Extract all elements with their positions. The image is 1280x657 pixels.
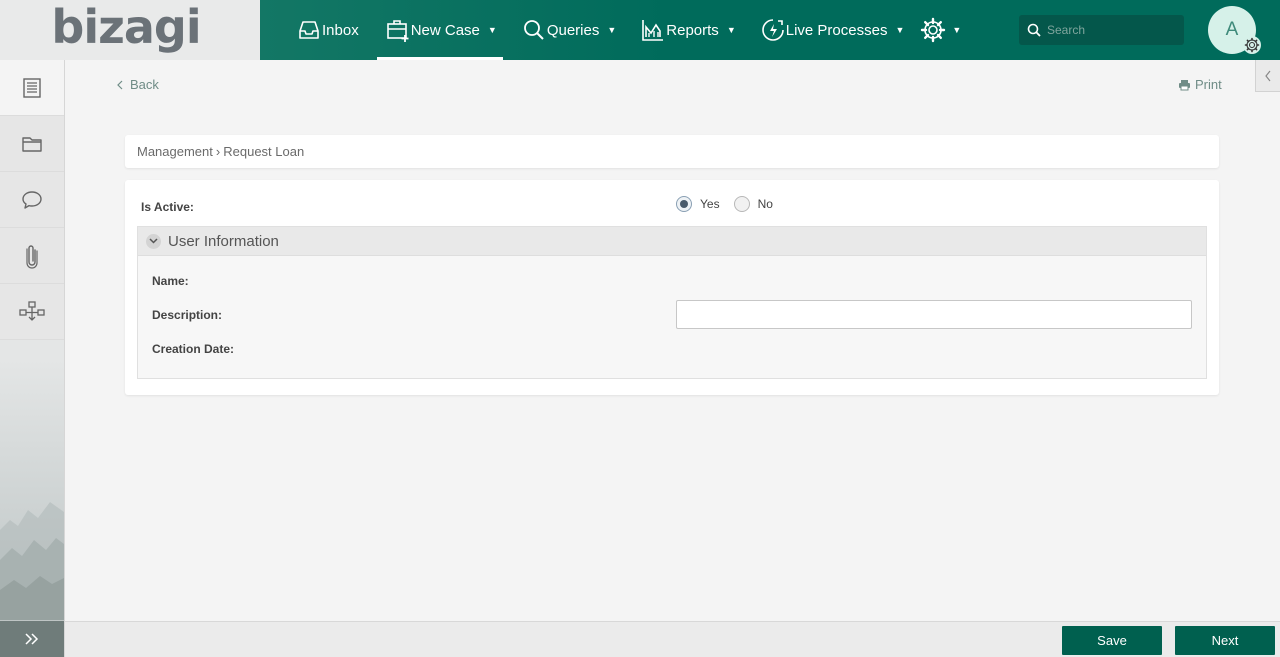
breadcrumb-item[interactable]: Management: [137, 144, 213, 159]
nav-label: New Case: [410, 21, 480, 39]
caret-down-icon: ▼: [895, 25, 905, 35]
printer-icon: [1179, 79, 1190, 90]
inbox-icon: [299, 21, 319, 39]
description-input[interactable]: [676, 300, 1192, 329]
caret-down-icon: ▼: [487, 25, 497, 35]
chevron-down-icon: [146, 233, 161, 249]
radio-option-yes[interactable]: Yes: [676, 196, 720, 212]
chevron-left-icon: [1265, 70, 1271, 81]
breadcrumb-item-current: Request Loan: [223, 144, 305, 159]
nav-settings[interactable]: ▼: [914, 0, 967, 60]
is-active-radio-group: Yes No: [676, 196, 779, 212]
logo-text: bizagi: [51, 0, 201, 54]
print-link[interactable]: Print: [1178, 77, 1222, 92]
case-list-icon: [23, 77, 41, 98]
rail-item-folder[interactable]: [0, 116, 64, 172]
rail-item-comments[interactable]: [0, 172, 64, 228]
rail-expand-button[interactable]: [0, 621, 64, 657]
comments-icon: [22, 190, 42, 209]
search-input[interactable]: [1047, 23, 1177, 37]
new-case-icon: [386, 20, 409, 42]
top-bar: bizagi Inbox New Case ▼ Queries ▼ Report…: [0, 0, 1280, 60]
chevron-left-icon: [117, 80, 123, 89]
print-label: Print: [1195, 77, 1222, 92]
reports-icon: [642, 20, 664, 41]
nav-item-reports[interactable]: Reports ▼: [632, 0, 741, 60]
description-label: Description:: [152, 308, 223, 322]
next-button[interactable]: Next: [1175, 626, 1275, 655]
left-rail: [0, 60, 65, 657]
save-button[interactable]: Save: [1062, 626, 1162, 655]
live-processes-icon: [761, 19, 784, 41]
group-header[interactable]: User Information: [138, 227, 1206, 256]
right-panel-toggle[interactable]: [1255, 60, 1280, 92]
group-title: User Information: [168, 232, 279, 250]
mountain-background: [0, 502, 64, 620]
nav-label: Queries: [546, 21, 600, 39]
breadcrumb-separator: ›: [215, 144, 221, 159]
user-information-group: User Information Name: Description: Crea…: [137, 226, 1207, 379]
nav-item-queries[interactable]: Queries ▼: [513, 0, 622, 60]
radio-no-label: No: [757, 197, 773, 211]
caret-down-icon: ▼: [607, 25, 617, 35]
folder-icon: [22, 136, 42, 152]
caret-down-icon: ▼: [726, 25, 736, 35]
back-label: Back: [130, 77, 159, 92]
footer-bar: Save Next: [65, 621, 1280, 657]
form-card: Is Active: Yes No User Information Name:…: [125, 180, 1219, 395]
creation-date-label: Creation Date:: [152, 342, 235, 356]
avatar-settings[interactable]: [1243, 36, 1261, 54]
gear-icon: [921, 17, 946, 43]
radio-yes-label: Yes: [700, 197, 720, 211]
nav-label: Inbox: [322, 21, 359, 39]
back-link[interactable]: Back: [116, 77, 159, 92]
radio-no[interactable]: [733, 196, 750, 212]
double-chevron-right-icon: [25, 633, 39, 645]
rail-item-case-list[interactable]: [0, 60, 64, 116]
nav-item-live-processes[interactable]: Live Processes ▼: [752, 0, 911, 60]
search-icon: [1027, 23, 1041, 37]
avatar-initial: A: [1225, 19, 1239, 40]
nav-label: Live Processes: [785, 21, 888, 39]
radio-option-no[interactable]: No: [733, 196, 773, 212]
caret-down-icon: ▼: [952, 25, 962, 35]
radio-yes[interactable]: [676, 196, 692, 212]
nav-label: Reports: [666, 21, 719, 39]
process-map-icon: [19, 300, 45, 321]
search-icon: [523, 20, 544, 40]
rail-item-process-map[interactable]: [0, 284, 64, 340]
rail-item-attachments[interactable]: [0, 228, 64, 284]
gear-icon: [1244, 37, 1260, 53]
logo[interactable]: bizagi: [0, 0, 260, 60]
is-active-label: Is Active:: [141, 200, 194, 214]
search-box[interactable]: [1019, 15, 1184, 45]
attachments-icon: [26, 244, 38, 269]
radio-dot: [680, 200, 688, 208]
breadcrumb: Management › Request Loan: [125, 135, 1219, 168]
nav-item-inbox[interactable]: Inbox: [288, 0, 365, 60]
name-label: Name:: [152, 274, 189, 288]
nav-item-new-case[interactable]: New Case ▼: [376, 0, 503, 60]
